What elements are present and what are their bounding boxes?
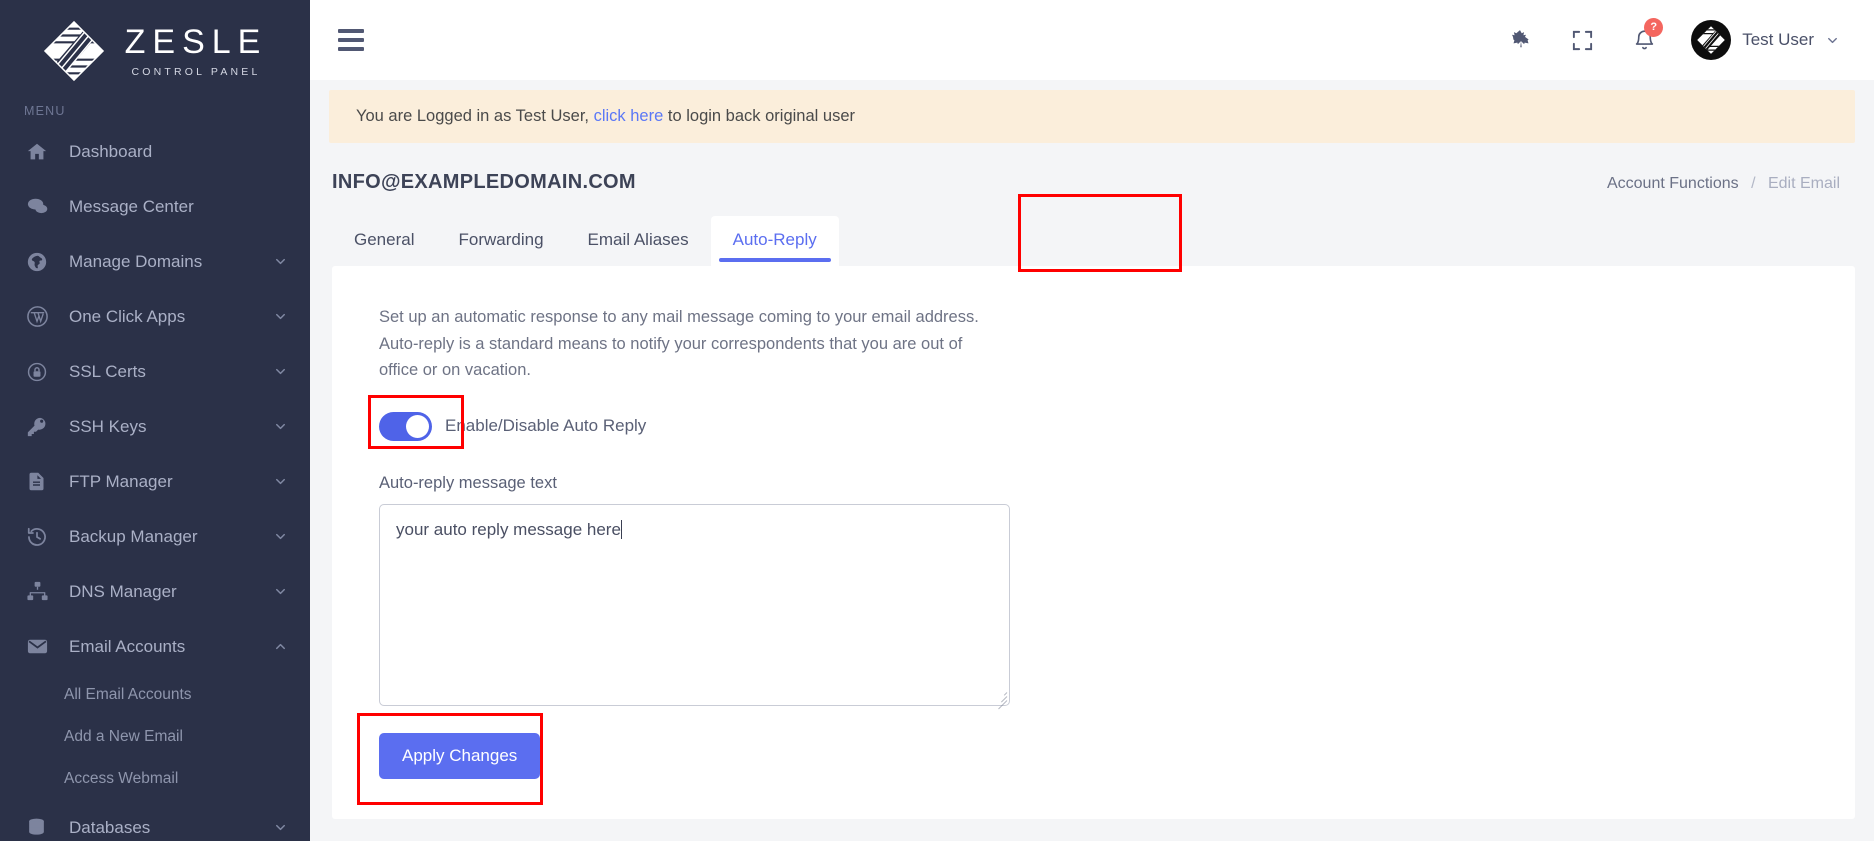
- chevron-up-icon: [273, 639, 288, 654]
- sidebar-item-label: Email Accounts: [69, 636, 186, 656]
- impersonation-alert: You are Logged in as Test User, click he…: [329, 90, 1855, 143]
- page-title: INFO@EXAMPLEDOMAIN.COM: [332, 171, 636, 193]
- chevron-down-icon: [273, 820, 288, 835]
- chevron-down-icon: [273, 474, 288, 489]
- sidebar-item-label: Dashboard: [69, 141, 153, 161]
- chevron-down-icon: [273, 419, 288, 434]
- tab-auto-reply[interactable]: Auto-Reply: [710, 216, 839, 266]
- apply-changes-button[interactable]: Apply Changes: [379, 733, 541, 780]
- sidebar-item-label: Backup Manager: [69, 526, 198, 546]
- auto-reply-form: Set up an automatic response to any mail…: [332, 304, 1855, 806]
- auto-reply-message-input[interactable]: your auto reply message here: [379, 504, 1010, 707]
- main-area: ? Test User You are Logged in as Test Us…: [310, 0, 1874, 841]
- home-icon: [26, 141, 56, 163]
- enable-auto-reply-label: Enable/Disable Auto Reply: [445, 416, 647, 436]
- breadcrumb-current: Edit Email: [1767, 175, 1840, 192]
- login-back-link[interactable]: click here: [594, 107, 664, 125]
- user-menu[interactable]: Test User: [1675, 20, 1840, 60]
- chevron-down-icon: [1825, 33, 1840, 48]
- topbar-icons: ? Test User: [1489, 10, 1840, 70]
- toggle-knob: [406, 414, 429, 438]
- sidebar-item-ssl-certs[interactable]: SSL Certs: [0, 344, 310, 399]
- sitemap-icon: [26, 580, 56, 603]
- history-clock-icon: [26, 526, 56, 548]
- alert-prefix: You are Logged in as Test User,: [356, 107, 589, 125]
- chevron-down-icon: [273, 529, 288, 544]
- sidebar-item-label: Databases: [69, 817, 151, 837]
- sidebar: ZESLE CONTROL PANEL MENU Dashboard Messa…: [0, 0, 310, 841]
- avatar: [1691, 20, 1732, 60]
- sidebar-item-ssh-keys[interactable]: SSH Keys: [0, 399, 310, 454]
- sidebar-item-manage-domains[interactable]: Manage Domains: [0, 234, 310, 289]
- auto-reply-description: Set up an automatic response to any mail…: [379, 308, 979, 380]
- tab-general[interactable]: General: [332, 216, 436, 266]
- chevron-down-icon: [273, 254, 288, 269]
- sidebar-item-label: FTP Manager: [69, 471, 173, 491]
- topbar: ? Test User: [310, 0, 1874, 80]
- auto-reply-card: Set up an automatic response to any mail…: [332, 266, 1855, 820]
- chevron-down-icon: [273, 364, 288, 379]
- chat-bubbles-icon: [26, 195, 56, 218]
- tab-forwarding[interactable]: Forwarding: [436, 216, 565, 266]
- app-root: ZESLE CONTROL PANEL MENU Dashboard Messa…: [0, 0, 1874, 841]
- breadcrumb-parent[interactable]: Account Functions: [1607, 175, 1739, 192]
- enable-auto-reply-toggle[interactable]: [379, 411, 432, 441]
- sidebar-item-databases[interactable]: Databases: [0, 800, 310, 841]
- envelope-icon: [26, 635, 56, 658]
- breadcrumb-separator: /: [1751, 175, 1756, 192]
- sidebar-item-dns-manager[interactable]: DNS Manager: [0, 564, 310, 619]
- sidebar-item-label: DNS Manager: [69, 581, 177, 601]
- wordpress-icon: [26, 305, 56, 328]
- page-header: INFO@EXAMPLEDOMAIN.COM Account Functions…: [310, 143, 1874, 194]
- sidebar-item-dashboard[interactable]: Dashboard: [0, 124, 310, 179]
- bell-icon[interactable]: ?: [1613, 10, 1675, 70]
- sidebar-item-label: One Click Apps: [69, 306, 186, 326]
- sidebar-item-email-accounts[interactable]: Email Accounts: [0, 619, 310, 674]
- sidebar-item-backup-manager[interactable]: Backup Manager: [0, 509, 310, 564]
- sidebar-item-label: SSH Keys: [69, 416, 147, 436]
- chevron-down-icon: [273, 309, 288, 324]
- breadcrumb: Account Functions / Edit Email: [1607, 175, 1840, 193]
- key-icon: [26, 416, 56, 438]
- file-lines-icon: [26, 471, 56, 492]
- highlight-box-auto-reply-tab: [1018, 194, 1182, 272]
- globe-icon: [26, 251, 56, 273]
- sidebar-item-message-center[interactable]: Message Center: [0, 179, 310, 234]
- sidebar-item-label: Manage Domains: [69, 251, 203, 271]
- hamburger-icon[interactable]: [338, 23, 372, 57]
- sidebar-menu-label: MENU: [24, 104, 66, 118]
- enable-auto-reply-row: Enable/Disable Auto Reply: [368, 395, 647, 450]
- auto-reply-textarea-wrapper: your auto reply message here: [379, 504, 1010, 710]
- tabs: General Forwarding Email Aliases Auto-Re…: [310, 194, 1874, 272]
- sidebar-subitem-add-a-new-email[interactable]: Add a New Email: [0, 716, 310, 758]
- alert-suffix: to login back original user: [667, 107, 855, 125]
- sidebar-item-one-click-apps[interactable]: One Click Apps: [0, 289, 310, 344]
- chevron-down-icon: [273, 584, 288, 599]
- auto-reply-message-value: your auto reply message here: [396, 520, 621, 540]
- bell-badge: ?: [1644, 18, 1664, 37]
- maple-leaf-icon[interactable]: [1489, 10, 1551, 70]
- user-name: Test User: [1742, 30, 1814, 49]
- brand-subtitle: CONTROL PANEL: [131, 65, 261, 78]
- text-caret: [620, 520, 622, 540]
- brand-text: ZESLE CONTROL PANEL: [119, 25, 268, 78]
- sidebar-subitem-all-email-accounts[interactable]: All Email Accounts: [0, 674, 310, 716]
- sidebar-item-label: SSL Certs: [69, 361, 146, 381]
- tab-email-aliases[interactable]: Email Aliases: [566, 216, 711, 266]
- auto-reply-message-label: Auto-reply message text: [379, 474, 557, 493]
- sidebar-item-ftp-manager[interactable]: FTP Manager: [0, 454, 310, 509]
- zesle-diamond-logo: [43, 20, 105, 82]
- apply-changes-row: Apply Changes: [357, 713, 543, 806]
- lock-circle-icon: [26, 361, 56, 383]
- database-icon: [26, 817, 56, 838]
- brand-name: ZESLE: [124, 22, 268, 61]
- content-scroll-area: You are Logged in as Test User, click he…: [310, 80, 1874, 841]
- sidebar-item-label: Message Center: [69, 196, 194, 216]
- brand-logo[interactable]: ZESLE CONTROL PANEL: [0, 0, 310, 98]
- sidebar-subitem-access-webmail[interactable]: Access Webmail: [0, 758, 310, 800]
- fullscreen-icon[interactable]: [1551, 10, 1613, 70]
